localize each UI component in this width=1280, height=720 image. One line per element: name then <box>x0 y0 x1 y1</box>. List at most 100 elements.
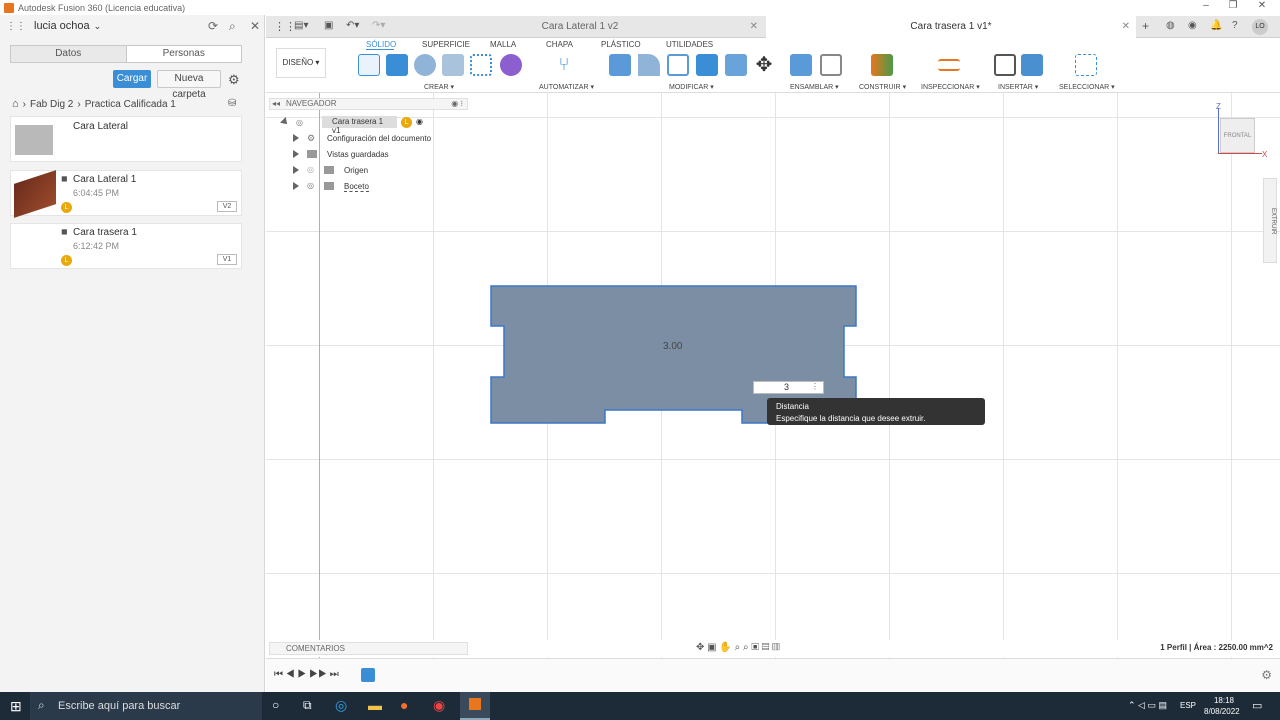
grid-icon[interactable]: ⋮⋮ <box>274 20 296 33</box>
browser-root[interactable]: Cara trasera 1 v1 <box>322 116 397 135</box>
group-ensamblar[interactable]: ENSAMBLAR ▾ <box>790 83 839 91</box>
timeline-controls-icon[interactable]: ⏮ ◀ ▶ ▶▶ ⏭ <box>274 669 339 680</box>
pin-icon[interactable]: ◉ ⁝ <box>451 99 463 108</box>
upload-button[interactable]: Cargar <box>113 70 151 88</box>
home-icon[interactable]: ⌂ <box>12 98 19 110</box>
tree-item[interactable]: Origen <box>344 166 368 175</box>
grid-icon[interactable]: ⋮⋮ <box>6 21 26 32</box>
joint-icon[interactable] <box>820 54 842 76</box>
version-badge[interactable]: V1 <box>217 254 237 265</box>
search-icon[interactable]: ⌕ <box>229 19 236 34</box>
fillet-icon[interactable] <box>638 54 660 76</box>
new-tab-icon[interactable]: + <box>1142 19 1149 33</box>
group-crear[interactable]: CREAR ▾ <box>424 83 454 91</box>
close-panel-icon[interactable]: ✕ <box>250 19 260 33</box>
version-badge[interactable]: V2 <box>217 201 237 212</box>
tab-cara-lateral[interactable]: Cara Lateral 1 v2 ✕ <box>396 16 764 38</box>
construct-plane-icon[interactable] <box>871 54 893 76</box>
hole-icon[interactable] <box>442 54 464 76</box>
file-menu-icon[interactable]: ▤▾ <box>294 20 308 31</box>
automate-icon[interactable]: ⑂ <box>553 54 575 76</box>
tab-malla[interactable]: MALLA <box>490 40 516 49</box>
expand-triangle-icon[interactable] <box>293 150 299 158</box>
user-menu[interactable]: lucia ochoa <box>34 20 90 32</box>
group-insertar[interactable]: INSERTAR ▾ <box>998 83 1038 91</box>
tab-datos[interactable]: Datos <box>11 46 127 62</box>
browser-header[interactable]: ◂◂ NAVEGADOR ◉ ⁝ <box>269 98 468 110</box>
split-icon[interactable] <box>725 54 747 76</box>
pattern-icon[interactable] <box>470 54 492 76</box>
help-icon[interactable]: ? <box>1232 20 1238 31</box>
tab-utilidades[interactable]: UTILIDADES <box>666 40 713 49</box>
close-icon[interactable]: ✕ <box>1252 0 1272 11</box>
select-icon[interactable] <box>1075 54 1097 76</box>
more-options-icon[interactable]: ⋮ <box>811 382 819 391</box>
expand-triangle-icon[interactable] <box>293 134 299 142</box>
extrude-icon[interactable] <box>386 54 408 76</box>
form-icon[interactable] <box>500 54 522 76</box>
list-item-folder[interactable]: Cara Lateral <box>10 116 242 162</box>
undo-icon[interactable]: ↶▾ <box>346 20 359 31</box>
timeline-sketch-icon[interactable] <box>361 668 375 682</box>
fusion-taskbar-icon[interactable] <box>460 692 490 720</box>
tab-plastico[interactable]: PLÁSTICO <box>601 40 641 49</box>
clock-date[interactable]: 8/08/2022 <box>1204 707 1240 716</box>
revolve-icon[interactable] <box>414 54 436 76</box>
distance-input[interactable]: 3 ⋮ <box>753 381 824 394</box>
timeline-settings-icon[interactable]: ⚙ <box>1261 668 1272 682</box>
settings-gear-icon[interactable]: ⚙ <box>228 72 240 88</box>
tree-item[interactable]: Vistas guardadas <box>327 150 389 159</box>
insert-image-icon[interactable] <box>1021 54 1043 76</box>
new-component-icon[interactable] <box>790 54 812 76</box>
cortana-icon[interactable]: ○ <box>272 698 279 712</box>
breadcrumb-item[interactable]: Practica Calificada 1 <box>85 99 176 110</box>
group-inspeccionar[interactable]: INSPECCIONAR ▾ <box>921 83 980 91</box>
comments-panel[interactable]: COMENTARIOS <box>269 642 468 655</box>
visibility-eye-icon[interactable]: ◎ <box>307 181 314 190</box>
move-icon[interactable]: ✥ <box>753 54 775 76</box>
search-box[interactable]: ⌕ Escribe aquí para buscar <box>30 692 262 720</box>
breadcrumb-item[interactable]: Fab Dig 2 <box>30 99 73 110</box>
tab-solido[interactable]: SÓLIDO <box>366 40 396 49</box>
viewcube[interactable]: FRONTAL <box>1220 118 1255 153</box>
group-modificar[interactable]: MODIFICAR ▾ <box>669 83 714 91</box>
activate-radio-icon[interactable]: ◉ <box>416 117 423 126</box>
firefox-icon[interactable]: ● <box>400 697 408 713</box>
notifications-icon[interactable]: 🔔 <box>1210 20 1222 31</box>
tab-cara-trasera[interactable]: Cara trasera 1 v1* ✕ <box>766 16 1136 38</box>
tray-icons[interactable]: ⌃ ◁ ▭ ▤ <box>1128 700 1167 711</box>
group-seleccionar[interactable]: SELECCIONAR ▾ <box>1059 83 1115 91</box>
team-icon[interactable]: ⛁ <box>228 98 236 109</box>
tab-personas[interactable]: Personas <box>127 46 242 62</box>
group-construir[interactable]: CONSTRUIR ▾ <box>859 83 906 91</box>
shell-icon[interactable] <box>667 54 689 76</box>
chevron-down-icon[interactable]: ⌄ <box>94 21 102 32</box>
extrude-panel-tab[interactable]: EXTRUIR <box>1263 178 1277 263</box>
clock-time[interactable]: 18:18 <box>1206 696 1242 705</box>
file-explorer-icon[interactable]: ▬ <box>368 697 382 713</box>
minimize-icon[interactable]: – <box>1196 0 1216 11</box>
save-icon[interactable]: ▣ <box>324 20 333 31</box>
tab-superficie[interactable]: SUPERFICIE <box>422 40 470 49</box>
chrome-icon[interactable]: ◉ <box>433 697 445 714</box>
expand-triangle-icon[interactable] <box>293 182 299 190</box>
task-view-icon[interactable]: ⧉ <box>303 698 312 713</box>
expand-triangle-icon[interactable] <box>293 166 299 174</box>
close-tab-icon[interactable]: ✕ <box>750 16 758 38</box>
language-indicator[interactable]: ESP <box>1180 701 1196 710</box>
close-tab-icon[interactable]: ✕ <box>1122 16 1130 38</box>
press-pull-icon[interactable] <box>609 54 631 76</box>
navigation-tools-icon[interactable]: ✥ ▣ ✋ ⌕ ⌕ ▣ ▤ ▥ <box>696 642 780 653</box>
list-item-design[interactable]: ◼ Cara trasera 1 6:12:42 PM L V1 <box>10 223 242 269</box>
measure-icon[interactable] <box>938 59 960 71</box>
hidden-eye-icon[interactable]: ◎ <box>307 165 314 174</box>
collapse-icon[interactable]: ◂◂ <box>272 99 280 108</box>
extensions-icon[interactable]: ◍ <box>1166 20 1175 31</box>
create-sketch-icon[interactable] <box>358 54 380 76</box>
avatar[interactable]: LO <box>1252 19 1268 35</box>
notification-center-icon[interactable]: ▭ <box>1252 699 1262 712</box>
tab-chapa[interactable]: CHAPA <box>546 40 573 49</box>
tree-item[interactable]: Configuración del documento <box>327 134 431 143</box>
workspace-switcher[interactable]: DISEÑO ▾ <box>276 48 326 78</box>
list-item-design[interactable]: ◼ Cara Lateral 1 6:04:45 PM L V2 <box>10 170 242 218</box>
